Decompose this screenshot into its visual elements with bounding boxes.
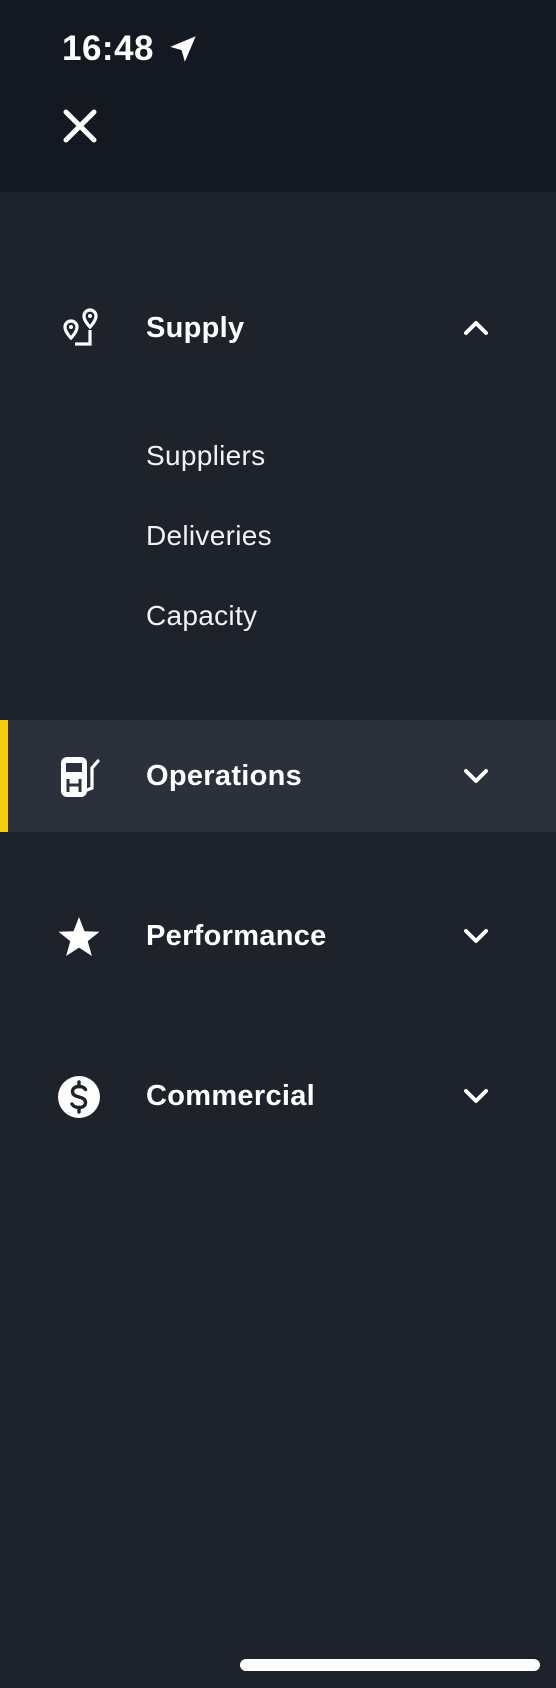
location-arrow-icon	[170, 36, 196, 62]
chevron-down-icon[interactable]	[462, 922, 490, 950]
route-pins-icon	[63, 308, 98, 346]
section-label-performance: Performance	[146, 920, 327, 952]
submenu-item-capacity[interactable]: Capacity	[146, 598, 257, 634]
dollar-circle-icon	[58, 1076, 100, 1118]
top-bar: 16:48	[0, 0, 556, 192]
chevron-down-icon[interactable]	[462, 1082, 490, 1110]
active-indicator	[0, 720, 8, 832]
chevron-down-icon[interactable]	[462, 762, 490, 790]
submenu-item-suppliers[interactable]: Suppliers	[146, 438, 265, 474]
section-label-supply: Supply	[146, 312, 245, 344]
star-icon	[58, 917, 100, 956]
menu-section-supply[interactable]: Supply	[0, 272, 556, 384]
submenu-item-deliveries[interactable]: Deliveries	[146, 518, 272, 554]
section-label-commercial: Commercial	[146, 1080, 316, 1112]
fuel-pump-icon	[61, 757, 100, 797]
menu-section-performance[interactable]: Performance	[0, 880, 556, 992]
home-indicator[interactable]	[240, 1659, 540, 1671]
chevron-up-icon[interactable]	[462, 314, 490, 342]
close-icon[interactable]	[58, 104, 102, 148]
section-label-operations: Operations	[146, 760, 303, 792]
menu-section-commercial[interactable]: Commercial	[0, 1040, 556, 1152]
menu-section-operations[interactable]: Operations	[0, 720, 556, 832]
status-time: 16:48	[62, 29, 155, 68]
